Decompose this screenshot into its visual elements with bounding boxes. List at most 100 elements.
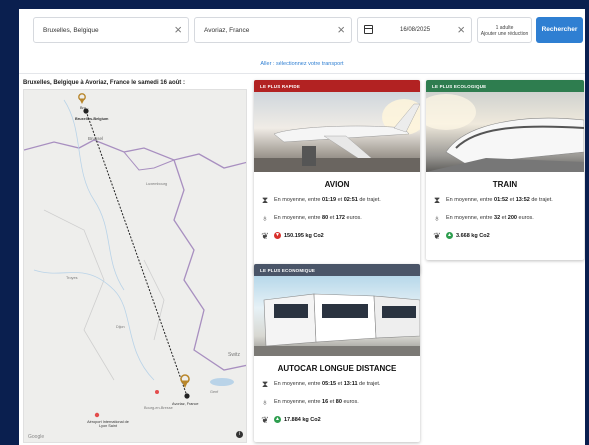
passengers-selector[interactable]: 1 adulte Ajouter une réduction	[477, 17, 532, 43]
map-label-brussels-short: Bru...	[80, 106, 90, 110]
poi-marker	[155, 390, 159, 394]
price-row: ♁ En moyenne, entre 32 et 200 euros.	[426, 211, 584, 225]
price-text: euros.	[516, 215, 534, 221]
co2-up-indicator-icon: ▲	[274, 416, 281, 424]
transport-card-autocar[interactable]: LE PLUS ECONOMIQUE AUTOCAR LONGUE DISTAN…	[254, 264, 420, 442]
duration-text: En moyenne, entre	[274, 381, 323, 387]
co2-value: 150.195 kg Co2	[284, 233, 324, 239]
duration-row: ⧗ En moyenne, entre 01:52 et 13:52 de tr…	[426, 193, 584, 207]
co2-row: ❦ ▲ 17.884 kg Co2	[254, 413, 420, 427]
route-map[interactable]: Bruxelles-Belgium Bru... Brussel Luxembo…	[23, 89, 247, 443]
map-label-dijon: Dijon	[116, 325, 125, 329]
card-band: LE PLUS ECONOMIQUE	[254, 264, 420, 276]
price-text: et	[328, 399, 336, 405]
calendar-icon	[364, 25, 373, 34]
outbound-select-heading[interactable]: Aller : sélectionnez votre transport	[19, 61, 585, 67]
transport-card-train[interactable]: LE PLUS ECOLOGIQUE TRAIN ⧗ En moyenne, e…	[426, 80, 584, 260]
co2-up-indicator-icon: ▲	[446, 232, 453, 240]
card-title: AUTOCAR LONGUE DISTANCE	[277, 364, 397, 373]
river	[33, 269, 155, 381]
duration-max: 13:52	[515, 197, 530, 203]
duration-max: 13:11	[343, 381, 358, 387]
clear-destination-icon[interactable]: ×	[337, 22, 345, 38]
date-field[interactable]: 16/08/2025 ×	[357, 17, 472, 43]
destination-value: Avoriaz, France	[204, 27, 250, 34]
duration-text: de trajet.	[357, 381, 381, 387]
info-icon[interactable]: i	[236, 431, 243, 438]
duration-min: 01:19	[322, 197, 337, 203]
hourglass-icon: ⧗	[261, 379, 269, 389]
river	[63, 99, 125, 291]
map-label-avoriaz: Avoriaz, France	[172, 402, 199, 406]
country-border	[173, 159, 246, 371]
price-text: En moyenne, entre	[446, 215, 495, 221]
price-row: ♁ En moyenne, entre 80 et 172 euros.	[254, 211, 420, 225]
app-frame: Bruxelles, Belgique × Avoriaz, France × …	[19, 9, 585, 445]
duration-text: et	[336, 197, 344, 203]
map-label-genf: Genf	[210, 390, 219, 394]
map-label-switz: Switz	[228, 352, 240, 358]
bus-image	[254, 276, 420, 356]
card-band: LE PLUS RAPIDE	[254, 80, 420, 92]
card-title: TRAIN	[492, 180, 518, 189]
add-reduction-link[interactable]: Ajouter une réduction	[478, 31, 531, 37]
destination-map-pin-icon[interactable]	[180, 374, 190, 388]
duration-text: En moyenne, entre	[274, 197, 323, 203]
price-row: ♁ En moyenne, entre 16 et 80 euros.	[254, 395, 420, 409]
card-title: AVION	[324, 180, 350, 189]
transport-card-avion[interactable]: LE PLUS RAPIDE AVION ⧗ En moyenne, entre…	[254, 80, 420, 274]
train-image	[426, 92, 584, 172]
co2-down-indicator-icon: ▼	[274, 232, 281, 240]
map-label-bourg: Bourg-en-Bresse	[144, 406, 173, 410]
price-max: 172	[335, 215, 345, 221]
price-text: En moyenne, entre	[274, 215, 323, 221]
duration-text: de trajet.	[357, 197, 381, 203]
duration-text: et	[508, 197, 516, 203]
duration-text: En moyenne, entre	[446, 197, 495, 203]
hourglass-icon: ⧗	[261, 195, 269, 205]
money-bag-icon: ♁	[261, 397, 269, 407]
region-border	[143, 259, 165, 341]
search-bar: Bruxelles, Belgique × Avoriaz, France × …	[33, 17, 583, 43]
duration-min: 05:15	[322, 381, 337, 387]
country-border	[123, 151, 175, 171]
hourglass-icon: ⧗	[433, 195, 441, 205]
co2-row: ❦ ▼ 150.195 kg Co2	[254, 229, 420, 243]
destination-marker	[184, 393, 190, 399]
price-text: et	[328, 215, 336, 221]
leaf-icon: ❦	[261, 415, 269, 425]
map-label-luxembourg: Luxembourg	[146, 182, 168, 186]
origin-field[interactable]: Bruxelles, Belgique ×	[33, 17, 189, 43]
price-text: et	[500, 215, 508, 221]
duration-row: ⧗ En moyenne, entre 01:19 et 02:51 de tr…	[254, 193, 420, 207]
co2-value: 3.668 kg Co2	[456, 233, 490, 239]
origin-value: Bruxelles, Belgique	[43, 27, 99, 34]
price-text: euros.	[344, 215, 362, 221]
price-text: euros.	[341, 399, 359, 405]
duration-text: de trajet.	[529, 197, 553, 203]
country-border	[24, 139, 246, 169]
duration-text: et	[336, 381, 344, 387]
lake	[210, 378, 234, 386]
destination-field[interactable]: Avoriaz, France ×	[194, 17, 352, 43]
price-max: 200	[507, 215, 517, 221]
duration-row: ⧗ En moyenne, entre 05:15 et 13:11 de tr…	[254, 377, 420, 391]
clear-date-icon[interactable]: ×	[457, 22, 465, 38]
map-label-troyes: Troyes	[66, 276, 78, 280]
route-title: Bruxelles, Belgique à Avoriaz, France le…	[23, 80, 185, 86]
search-button[interactable]: Rechercher	[536, 17, 583, 43]
leaf-icon: ❦	[433, 231, 441, 241]
region-border	[43, 209, 115, 381]
money-bag-icon: ♁	[433, 213, 441, 223]
google-logo: Google	[28, 434, 45, 440]
clear-origin-icon[interactable]: ×	[174, 22, 182, 38]
duration-max: 02:51	[343, 197, 358, 203]
plane-image	[254, 92, 420, 172]
origin-map-pin-icon[interactable]	[78, 93, 86, 104]
map-label-brussel: Brussel	[88, 136, 104, 141]
co2-row: ❦ ▲ 3.668 kg Co2	[426, 229, 584, 243]
duration-min: 01:52	[494, 197, 509, 203]
card-band: LE PLUS ECOLOGIQUE	[426, 80, 584, 92]
airport-marker	[94, 412, 100, 418]
price-text: En moyenne, entre	[274, 399, 323, 405]
